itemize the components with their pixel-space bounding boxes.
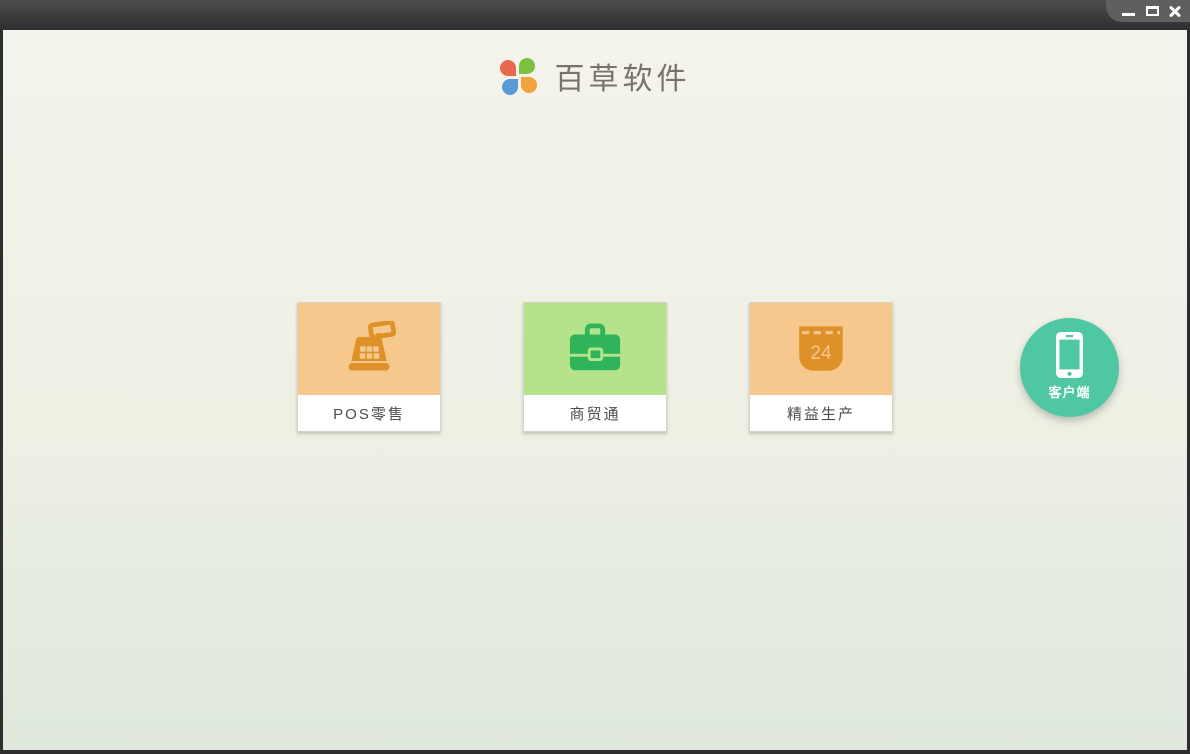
pinwheel-logo-icon	[499, 57, 537, 95]
maximize-button[interactable]	[1143, 2, 1160, 20]
calendar-icon: 24	[799, 326, 843, 371]
minimize-button[interactable]	[1120, 2, 1137, 20]
main-content: 百草软件 POS零售 商贸通 24 精益生产 客户端	[3, 30, 1187, 750]
close-icon	[1168, 4, 1182, 18]
card-pos-retail[interactable]: POS零售	[297, 302, 441, 432]
product-cards: POS零售 商贸通 24 精益生产	[297, 302, 893, 432]
briefcase-icon	[569, 323, 621, 371]
client-button[interactable]: 客户端	[1020, 318, 1119, 417]
brand: 百草软件	[3, 54, 1187, 98]
card-lean-production[interactable]: 24 精益生产	[749, 302, 893, 432]
card-lean-label: 精益生产	[750, 395, 892, 431]
minimize-icon	[1122, 12, 1136, 16]
close-button[interactable]	[1167, 2, 1184, 20]
card-pos-tile	[298, 303, 440, 395]
card-trade[interactable]: 商贸通	[523, 302, 667, 432]
card-trade-label: 商贸通	[524, 395, 666, 431]
calendar-day-number: 24	[810, 343, 832, 364]
maximize-icon	[1145, 6, 1159, 16]
card-pos-label: POS零售	[298, 395, 440, 431]
app-name: 百草软件	[554, 62, 691, 97]
card-trade-tile	[524, 303, 666, 395]
card-lean-tile: 24	[750, 303, 892, 395]
client-button-label: 客户端	[1048, 385, 1091, 400]
smartphone-icon	[1056, 331, 1083, 379]
app-window: 百草软件 POS零售 商贸通 24 精益生产 客户端	[0, 0, 1190, 754]
cash-register-icon	[348, 321, 397, 371]
window-controls	[1106, 0, 1190, 22]
titlebar[interactable]	[0, 0, 1190, 30]
